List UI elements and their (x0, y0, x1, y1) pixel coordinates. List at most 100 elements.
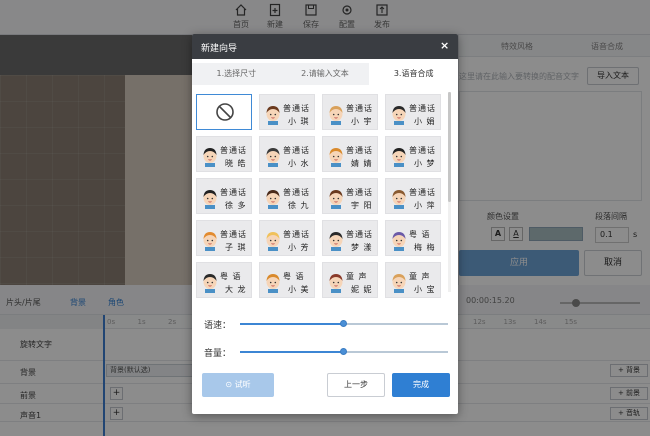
voice-name: 徐 九 (288, 201, 310, 210)
voice-option[interactable]: 普通话宇 阳 (322, 178, 378, 214)
avatar-icon (392, 148, 406, 167)
avatar-icon (203, 148, 217, 167)
voice-name: 小 美 (288, 285, 310, 294)
speed-label: 语速： (204, 321, 232, 331)
voice-grid: 普通话小 琪普通话小 宇普通话小 娟普通话晓 皓普通话小 水普通话婧 婧普通话小… (192, 90, 458, 298)
app-window: 首页 新建 保存 配置 发布 特效风格 语音合成 这里请在此输入要转换的配音文字… (0, 0, 650, 436)
voice-language: 粤 语 (220, 272, 242, 281)
close-icon[interactable]: × (440, 39, 449, 52)
voice-option[interactable]: 童 声小 宝 (385, 262, 441, 298)
avatar-icon (266, 106, 280, 125)
voice-language: 普通话 (346, 146, 373, 155)
voice-name: 晓 皓 (225, 159, 247, 168)
voice-language: 普通话 (409, 188, 436, 197)
avatar-icon (266, 232, 280, 251)
wizard-step[interactable]: 3.语音合成 (369, 63, 458, 85)
voice-name: 梦 漾 (351, 243, 373, 252)
voice-option[interactable]: 普通话小 萍 (385, 178, 441, 214)
voice-name: 梅 梅 (414, 243, 436, 252)
new-wizard-dialog: 新建向导 × 1.选择尺寸 2.请输入文本 3.语音合成 普通话小 琪普通话小 宇普… (192, 34, 458, 414)
voice-option[interactable]: 普通话小 娟 (385, 94, 441, 130)
dialog-title: 新建向导 (201, 44, 238, 54)
no-entry-icon (216, 103, 234, 121)
voice-option[interactable]: 普通话小 水 (259, 136, 315, 172)
avatar-icon (329, 274, 343, 293)
previous-step-button[interactable]: 上一步 (327, 373, 385, 397)
volume-slider-row: 音量： (204, 345, 454, 359)
avatar-icon (329, 106, 343, 125)
voice-option[interactable]: 普通话小 宇 (322, 94, 378, 130)
avatar-icon (329, 190, 343, 209)
wizard-step[interactable]: 2.请输入文本 (280, 63, 370, 85)
voice-language: 普通话 (220, 230, 247, 239)
voice-name: 小 梦 (414, 159, 436, 168)
avatar-icon (392, 106, 406, 125)
finish-button[interactable]: 完成 (392, 373, 450, 397)
avatar-icon (266, 148, 280, 167)
avatar-icon (203, 190, 217, 209)
voice-name: 妮 妮 (351, 285, 373, 294)
avatar-icon (203, 274, 217, 293)
voice-name: 小 娟 (414, 117, 436, 126)
voice-option[interactable]: 普通话婧 婧 (322, 136, 378, 172)
voice-option[interactable]: 普通话小 梦 (385, 136, 441, 172)
voice-option[interactable]: 童 声妮 妮 (322, 262, 378, 298)
avatar-icon (392, 190, 406, 209)
voice-option[interactable]: 普通话徐 多 (196, 178, 252, 214)
voice-option[interactable]: 普通话子 琪 (196, 220, 252, 256)
speed-slider-row: 语速： (204, 317, 454, 331)
voice-name: 小 水 (288, 159, 310, 168)
volume-knob[interactable] (340, 348, 347, 355)
speed-knob[interactable] (340, 320, 347, 327)
voice-name: 宇 阳 (351, 201, 373, 210)
play-circle-icon: ⊙ (225, 380, 235, 389)
voice-language: 普通话 (220, 188, 247, 197)
voice-name: 小 宝 (414, 285, 436, 294)
voice-name: 子 琪 (225, 243, 247, 252)
voice-language: 普通话 (409, 146, 436, 155)
volume-slider[interactable] (240, 348, 448, 355)
wizard-step[interactable]: 1.选择尺寸 (192, 63, 281, 85)
dialog-header: 新建向导 × (192, 34, 458, 59)
voice-name: 小 宇 (351, 117, 373, 126)
speed-slider[interactable] (240, 320, 448, 327)
voice-name: 徐 多 (225, 201, 247, 210)
listen-button[interactable]: ⊙ 试听 (202, 373, 274, 397)
voice-language: 粤 语 (409, 230, 431, 239)
avatar-icon (329, 148, 343, 167)
voice-name: 婧 婧 (351, 159, 373, 168)
voice-none-option[interactable] (196, 94, 252, 130)
voice-language: 童 声 (346, 272, 368, 281)
voice-language: 普通话 (346, 188, 373, 197)
wizard-steps: 1.选择尺寸 2.请输入文本 3.语音合成 (192, 63, 458, 85)
voice-option[interactable]: 普通话小 琪 (259, 94, 315, 130)
avatar-icon (203, 232, 217, 251)
voice-language: 童 声 (409, 272, 431, 281)
voice-option[interactable]: 普通话徐 九 (259, 178, 315, 214)
voice-option[interactable]: 普通话晓 皓 (196, 136, 252, 172)
voice-option[interactable]: 普通话小 芳 (259, 220, 315, 256)
voice-option[interactable]: 粤 语梅 梅 (385, 220, 441, 256)
voice-language: 普通话 (283, 146, 310, 155)
voice-language: 粤 语 (283, 272, 305, 281)
speed-fill (240, 323, 344, 325)
voice-name: 小 芳 (288, 243, 310, 252)
voice-name: 小 琪 (288, 117, 310, 126)
voice-language: 普通话 (346, 104, 373, 113)
volume-label: 音量： (204, 349, 232, 359)
voice-name: 小 萍 (414, 201, 436, 210)
avatar-icon (392, 274, 406, 293)
volume-fill (240, 351, 344, 353)
voice-language: 普通话 (409, 104, 436, 113)
listen-label: 试听 (234, 380, 251, 389)
voice-option[interactable]: 粤 语大 龙 (196, 262, 252, 298)
voice-option[interactable]: 普通话梦 漾 (322, 220, 378, 256)
avatar-icon (266, 274, 280, 293)
voice-language: 普通话 (283, 188, 310, 197)
voice-option[interactable]: 粤 语小 美 (259, 262, 315, 298)
voice-language: 普通话 (283, 104, 310, 113)
grid-scroll-thumb[interactable] (448, 92, 451, 202)
voice-language: 普通话 (346, 230, 373, 239)
voice-language: 普通话 (220, 146, 247, 155)
voice-language: 普通话 (283, 230, 310, 239)
